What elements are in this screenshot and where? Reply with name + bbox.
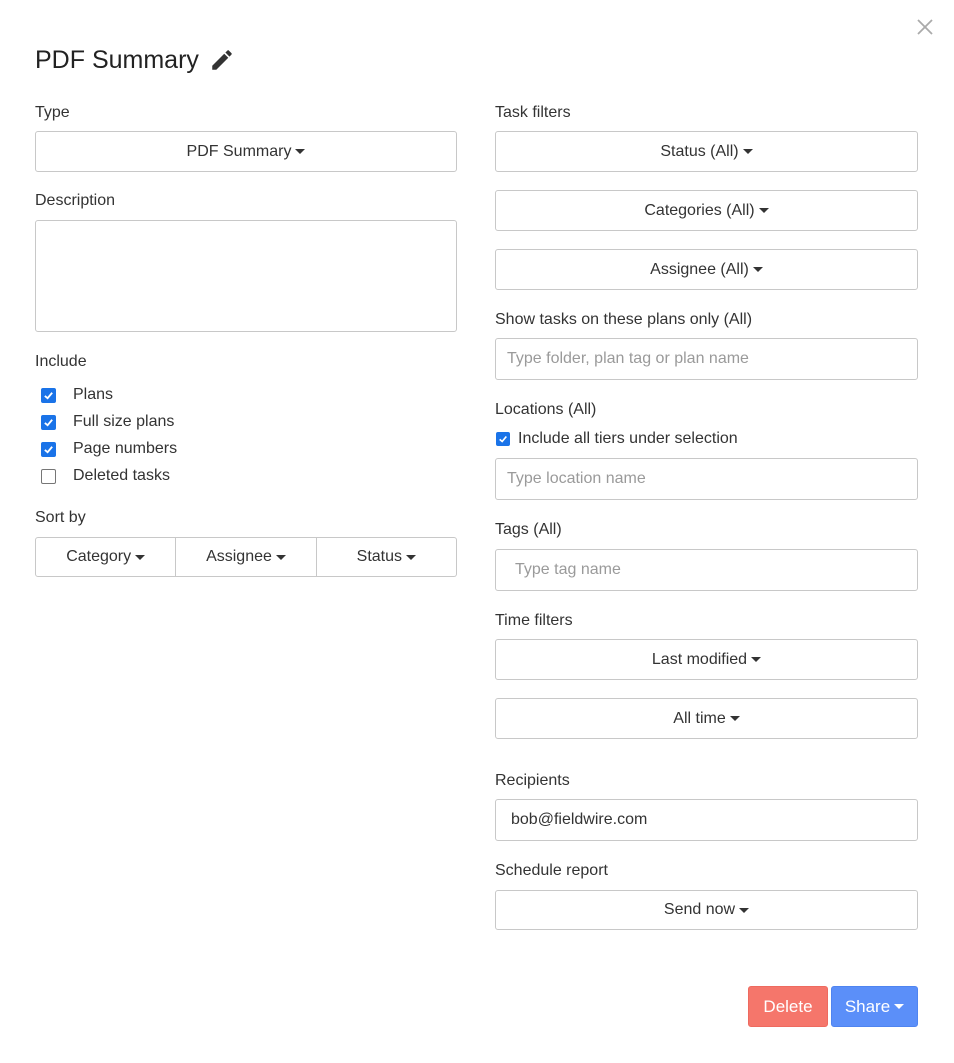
- task-filters-label: Task filters: [495, 104, 571, 121]
- include-full-size-plans-option[interactable]: Full size plans: [41, 413, 174, 431]
- chevron-down-icon: [751, 657, 762, 662]
- delete-button-label: Delete: [763, 996, 813, 1016]
- location-placeholder: Type location name: [507, 470, 646, 487]
- tags-placeholder: Type tag name: [515, 561, 621, 578]
- delete-button[interactable]: Delete: [748, 986, 828, 1027]
- include-page-numbers-option[interactable]: Page numbers: [41, 440, 177, 458]
- description-label: Description: [35, 192, 116, 209]
- share-button-label: Share: [844, 996, 891, 1016]
- assignee-filter-dropdown[interactable]: Assignee (All): [495, 249, 918, 290]
- include-deleted-tasks-option[interactable]: Deleted tasks: [41, 467, 170, 485]
- sort-status-label: Status: [356, 548, 402, 565]
- plans-checkbox[interactable]: [41, 387, 56, 403]
- sort-status-dropdown[interactable]: Status: [316, 537, 457, 577]
- full-size-plans-checkbox-label: Full size plans: [73, 413, 175, 430]
- dialog-title: PDF Summary: [35, 45, 199, 74]
- recipient-email: bob@fieldwire.com: [511, 811, 648, 828]
- page-numbers-checkbox[interactable]: [41, 441, 56, 457]
- chevron-down-icon: [742, 149, 753, 154]
- status-filter-value: Status (All): [660, 142, 739, 160]
- categories-filter-value: Categories (All): [644, 201, 755, 219]
- sort-category-dropdown[interactable]: Category: [35, 537, 177, 577]
- close-button[interactable]: [912, 14, 938, 40]
- checkmark-icon: [44, 418, 53, 427]
- chevron-down-icon: [295, 149, 306, 154]
- recipients-label: Recipients: [495, 772, 570, 789]
- include-tiers-checkbox[interactable]: [496, 432, 510, 446]
- time-range-value: All time: [673, 709, 726, 727]
- include-plans-option[interactable]: Plans: [41, 386, 113, 404]
- type-dropdown-value: PDF Summary: [186, 142, 292, 160]
- pencil-icon: [212, 50, 232, 70]
- checkmark-icon: [44, 391, 53, 400]
- share-button[interactable]: Share: [831, 986, 918, 1027]
- schedule-label: Schedule report: [495, 862, 608, 879]
- plans-checkbox-label: Plans: [73, 386, 114, 403]
- recipients-input[interactable]: bob@fieldwire.com: [495, 799, 918, 841]
- chevron-down-icon: [406, 554, 416, 560]
- sort-category-label: Category: [66, 548, 132, 565]
- plans-filter-label: Show tasks on these plans only (All): [495, 311, 753, 328]
- plans-filter-input[interactable]: Type folder, plan tag or plan name: [495, 338, 918, 380]
- sort-by-label: Sort by: [35, 509, 86, 526]
- status-filter-dropdown[interactable]: Status (All): [495, 131, 918, 172]
- chevron-down-icon: [752, 267, 763, 272]
- assignee-filter-value: Assignee (All): [650, 260, 749, 278]
- include-label: Include: [35, 353, 87, 370]
- deleted-tasks-checkbox-label: Deleted tasks: [73, 467, 170, 484]
- location-input[interactable]: Type location name: [495, 458, 918, 500]
- chevron-down-icon: [729, 716, 740, 721]
- chevron-down-icon: [739, 907, 750, 913]
- close-icon: [917, 19, 933, 35]
- type-label: Type: [35, 104, 70, 121]
- locations-label: Locations (All): [495, 401, 597, 418]
- full-size-plans-checkbox[interactable]: [41, 414, 56, 430]
- time-filters-label: Time filters: [495, 612, 573, 629]
- include-tiers-option[interactable]: Include all tiers under selection: [496, 430, 738, 448]
- page-numbers-checkbox-label: Page numbers: [73, 440, 178, 457]
- plans-filter-placeholder: Type folder, plan tag or plan name: [507, 350, 749, 367]
- sort-assignee-label: Assignee: [206, 548, 272, 565]
- chevron-down-icon: [894, 1004, 905, 1009]
- sort-assignee-dropdown[interactable]: Assignee: [176, 537, 317, 577]
- type-dropdown[interactable]: PDF Summary: [35, 131, 457, 172]
- checkmark-icon: [44, 445, 53, 454]
- chevron-down-icon: [275, 554, 286, 560]
- categories-filter-dropdown[interactable]: Categories (All): [495, 190, 918, 231]
- include-tiers-label: Include all tiers under selection: [518, 430, 738, 447]
- time-range-dropdown[interactable]: All time: [495, 698, 918, 739]
- edit-title-button[interactable]: [209, 47, 235, 73]
- dialog-header: PDF Summary: [35, 40, 235, 80]
- deleted-tasks-checkbox[interactable]: [41, 468, 56, 484]
- sort-by-button-group: Category Assignee Status: [35, 537, 457, 577]
- description-textarea[interactable]: [35, 220, 457, 332]
- checkmark-icon: [499, 435, 507, 443]
- chevron-down-icon: [135, 554, 146, 560]
- schedule-dropdown[interactable]: Send now: [495, 890, 918, 930]
- schedule-value: Send now: [663, 901, 736, 918]
- time-field-dropdown[interactable]: Last modified: [495, 639, 918, 680]
- chevron-down-icon: [758, 208, 769, 213]
- tags-input[interactable]: Type tag name: [495, 549, 918, 591]
- time-field-value: Last modified: [651, 650, 748, 668]
- tags-label: Tags (All): [495, 521, 562, 538]
